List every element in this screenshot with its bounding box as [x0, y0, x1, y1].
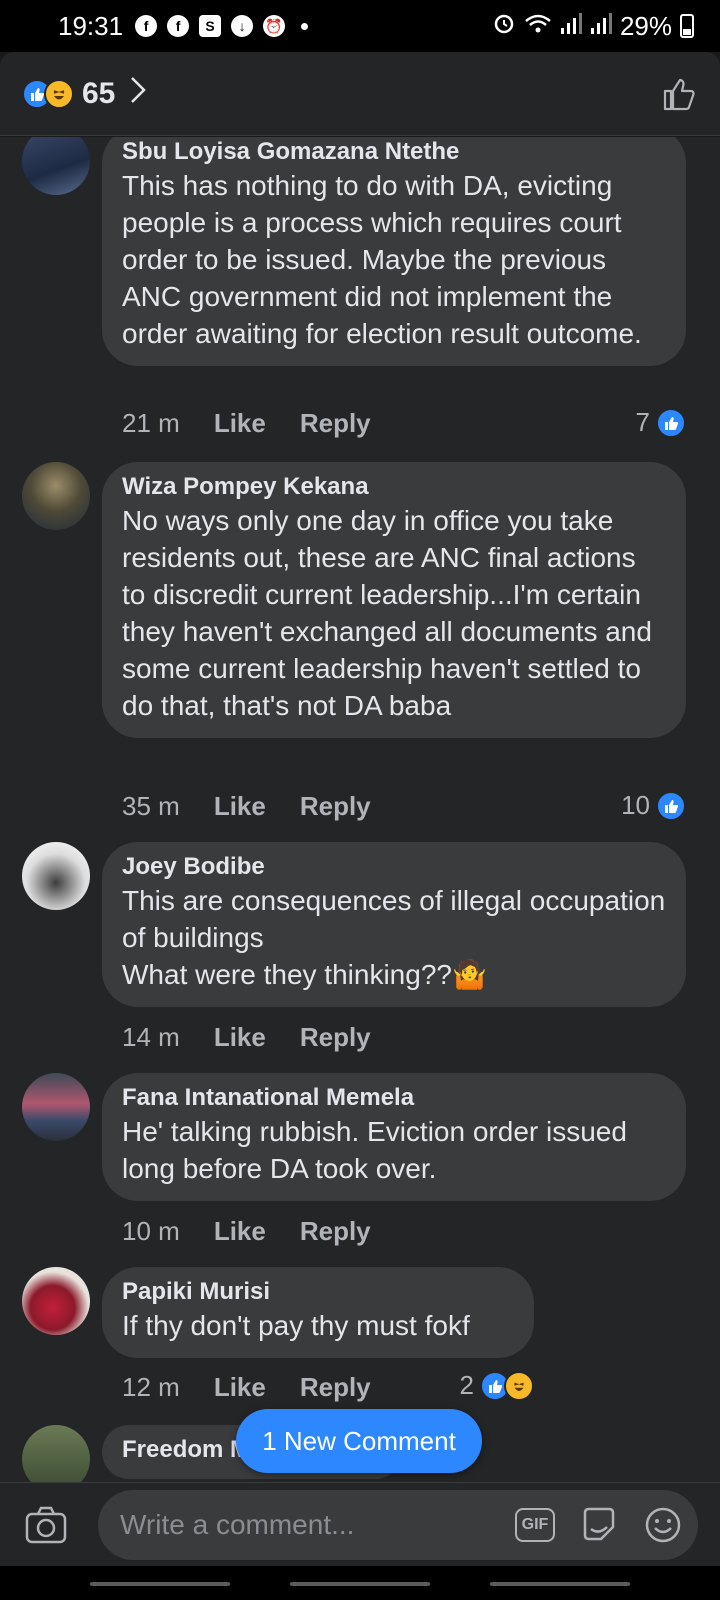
comment-input-wrapper[interactable]: GIF — [98, 1489, 698, 1560]
back-button[interactable] — [490, 1582, 630, 1586]
comment-author[interactable]: Sbu Loyisa Gomazana Ntethe — [122, 137, 666, 167]
home-button[interactable] — [290, 1582, 430, 1586]
sticker-icon[interactable] — [578, 1504, 620, 1546]
like-reaction-icon — [656, 790, 686, 821]
download-icon: ↓ — [231, 15, 254, 37]
comment-text: This has nothing to do with DA, evicting… — [122, 170, 642, 349]
like-button[interactable]: Like — [214, 408, 266, 439]
like-reaction-icon — [656, 407, 686, 438]
comment-bubble[interactable]: Wiza Pompey Kekana No ways only one day … — [102, 462, 686, 738]
comment-author[interactable]: Wiza Pompey Kekana — [122, 472, 666, 502]
reaction-count: 65 — [82, 76, 116, 110]
comment-actions: 12 m Like Reply — [122, 1372, 371, 1403]
comment-actions: 14 m Like Reply — [122, 1022, 371, 1053]
comment-bubble[interactable]: Papiki Murisi If thy don't pay thy must … — [102, 1267, 534, 1358]
signal-icon — [590, 11, 612, 42]
comment-list[interactable]: Sbu Loyisa Gomazana Ntethe This has noth… — [0, 137, 720, 1482]
comment-bubble[interactable]: Joey Bodibe This are consequences of ill… — [102, 842, 686, 1007]
camera-icon[interactable] — [22, 1501, 70, 1549]
system-icons: 29% — [492, 11, 694, 42]
comment-like-count[interactable]: 2 — [460, 1370, 534, 1401]
like-button[interactable]: Like — [214, 1022, 266, 1053]
wifi-icon — [524, 11, 552, 42]
comment-time: 35 m — [122, 791, 180, 821]
s-icon: S — [199, 15, 222, 37]
comment-actions: 10 m Like Reply — [122, 1216, 371, 1247]
reply-button[interactable]: Reply — [300, 408, 371, 439]
reactions-header: 65 — [0, 52, 720, 136]
reactions-summary[interactable]: 65 — [22, 75, 147, 113]
avatar[interactable] — [22, 842, 90, 910]
facebook-icon: f — [167, 15, 190, 37]
comment-time: 14 m — [122, 1022, 180, 1052]
status-bar: 19:31 f f S ↓ ⏰ 29% — [0, 0, 720, 52]
signal-icon — [560, 11, 582, 42]
notification-icons: f f S ↓ ⏰ — [135, 15, 309, 37]
haha-reaction-icon — [44, 78, 74, 109]
comment-time: 10 m — [122, 1216, 180, 1246]
system-navigation-bar — [0, 1566, 720, 1600]
battery-percent: 29% — [619, 10, 672, 41]
avatar[interactable] — [22, 1425, 90, 1482]
comment-time: 21 m — [122, 408, 180, 438]
avatar[interactable] — [22, 137, 90, 195]
comment-input[interactable] — [120, 1508, 492, 1541]
comment-composer: GIF — [0, 1482, 720, 1566]
reply-button[interactable]: Reply — [300, 791, 371, 822]
reply-button[interactable]: Reply — [300, 1216, 371, 1247]
like-count: 7 — [635, 407, 650, 437]
gif-icon: GIF — [515, 1507, 555, 1542]
comment-actions: 35 m Like Reply — [122, 791, 371, 822]
recent-apps-button[interactable] — [90, 1582, 230, 1586]
like-button[interactable]: Like — [214, 1372, 266, 1403]
comment-like-count[interactable]: 7 — [636, 407, 686, 438]
like-count: 10 — [621, 790, 650, 820]
avatar[interactable] — [22, 1267, 90, 1335]
like-post-icon[interactable] — [660, 75, 698, 113]
comment-time: 12 m — [122, 1372, 180, 1402]
avatar[interactable] — [22, 1073, 90, 1141]
avatar[interactable] — [22, 462, 90, 530]
chevron-right-icon — [129, 75, 147, 113]
comment-author[interactable]: Fana Intanational Memela — [122, 1083, 666, 1113]
comment-bubble[interactable]: Fana Intanational Memela He' talking rub… — [102, 1073, 686, 1201]
emoji-icon[interactable] — [642, 1504, 684, 1546]
like-button[interactable]: Like — [214, 791, 266, 822]
gif-button[interactable]: GIF — [514, 1504, 556, 1546]
comment-like-count[interactable]: 10 — [621, 790, 686, 821]
comment-author[interactable]: Papiki Murisi — [122, 1277, 514, 1307]
comment-author[interactable]: Joey Bodibe — [122, 852, 666, 882]
facebook-icon: f — [135, 15, 158, 37]
like-button[interactable]: Like — [214, 1216, 266, 1247]
reply-button[interactable]: Reply — [300, 1372, 371, 1403]
new-comment-button[interactable]: 1 New Comment — [236, 1409, 482, 1473]
like-count: 2 — [459, 1370, 474, 1400]
comment-text: No ways only one day in office you take … — [122, 505, 660, 721]
battery-icon — [680, 14, 694, 38]
comment-actions: 21 m Like Reply — [122, 408, 371, 439]
reply-button[interactable]: Reply — [300, 1022, 371, 1053]
status-time: 19:31 — [58, 10, 124, 41]
comment-text: This are consequences of illegal occupat… — [122, 885, 666, 990]
comment-bubble[interactable]: Sbu Loyisa Gomazana Ntethe This has noth… — [102, 137, 686, 366]
haha-reaction-icon — [504, 1370, 534, 1401]
comment-text: He' talking rubbish. Eviction order issu… — [122, 1116, 635, 1184]
alarm-icon — [492, 11, 516, 42]
comment-text: If thy don't pay thy must fokf — [122, 1310, 470, 1341]
alarm-icon: ⏰ — [263, 15, 286, 37]
more-notifications-dot — [301, 22, 309, 30]
